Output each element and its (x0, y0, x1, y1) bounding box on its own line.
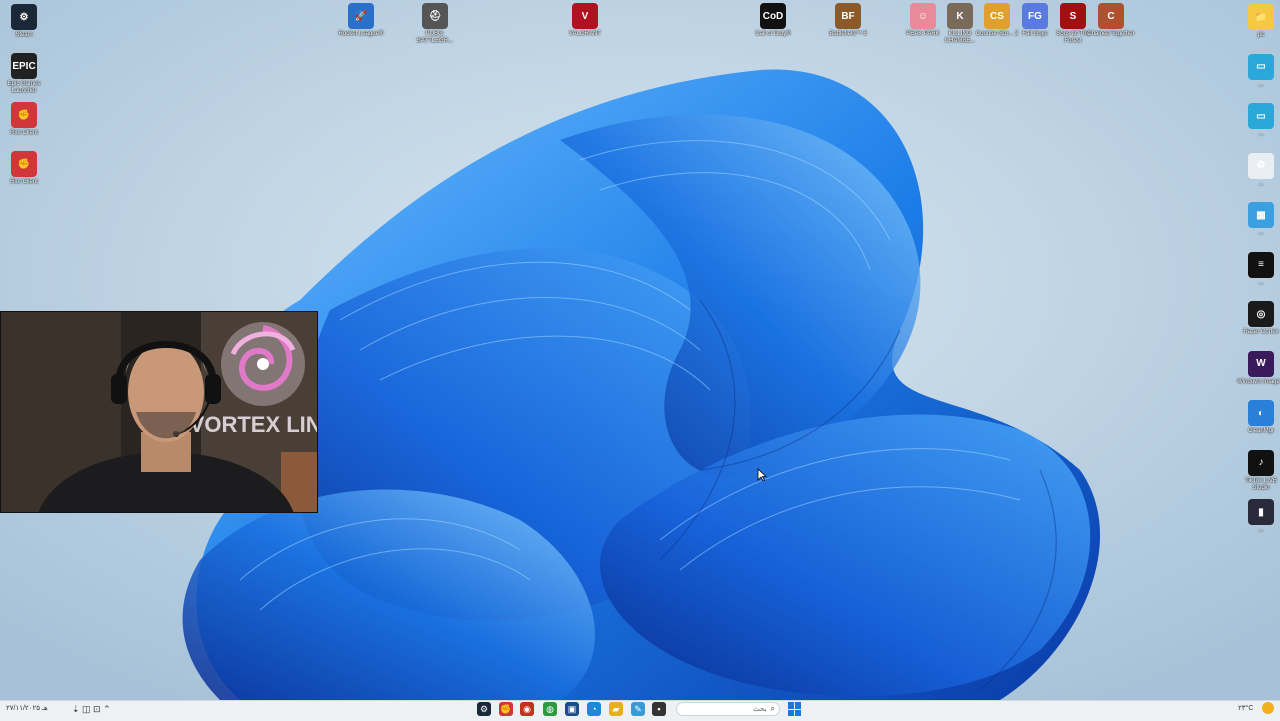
vortex-brand-text: VORTEX LINE (190, 412, 318, 437)
app-icon: 📁 (1248, 4, 1274, 30)
desktop-icon-label: Riot Client (10, 179, 38, 185)
app-icon: CS (984, 3, 1010, 29)
webcam-overlay: VORTEX LINE (0, 311, 318, 513)
desktop-icon-right-8[interactable]: ◐ CleanMgr (1237, 400, 1280, 435)
desktop-icon-right-1[interactable]: ▭... (1237, 53, 1280, 89)
tray-icons-left[interactable]: ⇣ ◫ ⊡ ⌃ (72, 704, 111, 715)
mouse-cursor-icon (757, 468, 767, 482)
desktop-icon-right-9[interactable]: ♪ TikTok LIVE Studio (1237, 449, 1280, 492)
terminal-taskbar-icon[interactable]: ▪ (652, 702, 666, 716)
search-icon: ⌕ (770, 704, 775, 713)
desktop-icon-label: PUBG: BATTLEGR... (416, 31, 454, 44)
webcam-feed: VORTEX LINE (1, 312, 318, 512)
app-icon: ⛑ (422, 3, 448, 29)
desktop-icon-label: Chained Together (1087, 31, 1135, 37)
store-taskbar-icon[interactable]: ▣ (565, 702, 579, 716)
desktop-icon-label: pc (1257, 32, 1265, 38)
app-icon: EPIC (11, 53, 37, 79)
app-icon: V (572, 3, 598, 29)
desktop-icon-label: Steam (15, 32, 33, 38)
desktop-icon-label: Epic Games Launcher (7, 81, 41, 94)
desktop-icon-top-0[interactable]: 🚀 Rocket League® (337, 3, 385, 38)
windows-logo-icon-part (788, 709, 794, 716)
desktop-icon-left-3[interactable]: ✊ Riot Client (0, 151, 48, 186)
desktop-icon-label: Rocket League® (338, 31, 384, 37)
desktop-icon-left-1[interactable]: EPIC Epic Games Launcher (0, 53, 48, 95)
desktop-icon-right-5[interactable]: ≡... (1237, 251, 1280, 287)
riot-taskbar-icon[interactable]: ✊ (499, 702, 513, 716)
desktop-icon-label: ... (1258, 180, 1264, 187)
desktop-icon-label: Razer Cortex (1243, 329, 1279, 335)
paint-taskbar-icon[interactable]: ✎ (631, 702, 645, 716)
desktop-icon-label: ... (1258, 81, 1264, 88)
desktop-icon-label: Riot Client (10, 130, 38, 136)
tray-weather[interactable]: ٢٣°C (1238, 704, 1253, 712)
taskbar-search[interactable]: بحث ⌕ (676, 702, 780, 716)
desktop-icon-top-10[interactable]: C Chained Together (1087, 3, 1135, 38)
desktop-icon-label: Battlefield™ 6 (829, 31, 867, 37)
windows-logo-icon (788, 702, 794, 709)
tray-date[interactable]: ﻫـ ۲۷/۱۱/۲۰۲۵ (6, 704, 48, 712)
app-icon: ☺ (910, 3, 936, 29)
desktop-icon-label: TikTok LIVE Studio (1245, 477, 1277, 491)
desktop-icon-top-1[interactable]: ⛑ PUBG: BATTLEGR... (411, 3, 459, 45)
desktop-icon-right-3[interactable]: ♻... (1237, 152, 1280, 188)
desktop-icon-label: ... (1258, 131, 1264, 137)
app-icon: ♪ (1248, 449, 1274, 476)
app-icon: FG (1022, 3, 1048, 29)
desktop-icon-left-2[interactable]: ✊ Riot Client (0, 102, 48, 137)
app-icon: C (1098, 3, 1124, 29)
desktop-icon-right-4[interactable]: ▦... (1237, 202, 1280, 237)
desktop-icon-top-3[interactable]: CoD Call of Duty® (749, 3, 797, 38)
app-icon: ✊ (11, 102, 37, 128)
start-button[interactable] (788, 702, 802, 716)
app-icon: ♻ (1248, 152, 1274, 179)
app-icon: W (1248, 350, 1274, 377)
chrome-taskbar-icon[interactable]: ◍ (543, 702, 557, 716)
windows-logo-icon-part (795, 709, 801, 716)
app-icon: CoD (760, 3, 786, 29)
desktop-icon-label: ... (1258, 279, 1264, 286)
app-icon: ✊ (11, 151, 37, 177)
desktop-icon-top-4[interactable]: BF Battlefield™ 6 (824, 3, 872, 38)
search-placeholder: بحث (753, 706, 767, 713)
windows-logo-icon-part (795, 702, 801, 709)
app-icon: ◐ (1248, 400, 1274, 426)
desktop-icon-right-0[interactable]: 📁 pc (1237, 4, 1280, 39)
app-icon: ▭ (1248, 53, 1274, 80)
desktop-icon-label: Windows Image... (1237, 378, 1280, 385)
app-icon: K (947, 3, 973, 29)
desktop-icon-label: CleanMgr (1247, 428, 1274, 434)
app-icon: ⚙ (11, 4, 37, 30)
app-icon: ▦ (1248, 202, 1274, 228)
app-icon: ▭ (1248, 103, 1274, 129)
app-icon: ▮ (1248, 499, 1274, 525)
app-icon: S (1060, 3, 1086, 29)
steam-taskbar-icon[interactable]: ⚙ (477, 702, 491, 716)
app-icon: BF (835, 3, 861, 29)
weather-icon[interactable] (1262, 702, 1274, 714)
desktop-icon-right-6[interactable]: ◎ Razer Cortex (1237, 301, 1280, 336)
desktop-icon-right-10[interactable]: ▮... (1237, 499, 1280, 534)
app-icon: 🚀 (348, 3, 374, 29)
desktop-icon-label: VALORANT (569, 31, 601, 37)
desktop-icon-right-2[interactable]: ▭... (1237, 103, 1280, 138)
desktop-icon-top-2[interactable]: V VALORANT (561, 3, 609, 38)
app-taskbar-icon[interactable]: ◉ (520, 702, 534, 716)
desktop-icon-label: ... (1258, 230, 1264, 236)
desktop-icon-label: ... (1258, 527, 1264, 533)
app-icon: ≡ (1248, 251, 1274, 278)
app-icon: ◎ (1248, 301, 1274, 327)
desktop-icon-label: Call of Duty® (755, 31, 791, 37)
edge-taskbar-icon[interactable]: ◔ (587, 702, 601, 716)
desktop-icon-left-0[interactable]: ⚙ Steam (0, 4, 48, 39)
explorer-taskbar-icon[interactable]: ▰ (609, 702, 623, 716)
vortex-logo (221, 322, 305, 406)
desktop-icon-right-7[interactable]: WWindows Image... (1237, 350, 1280, 386)
